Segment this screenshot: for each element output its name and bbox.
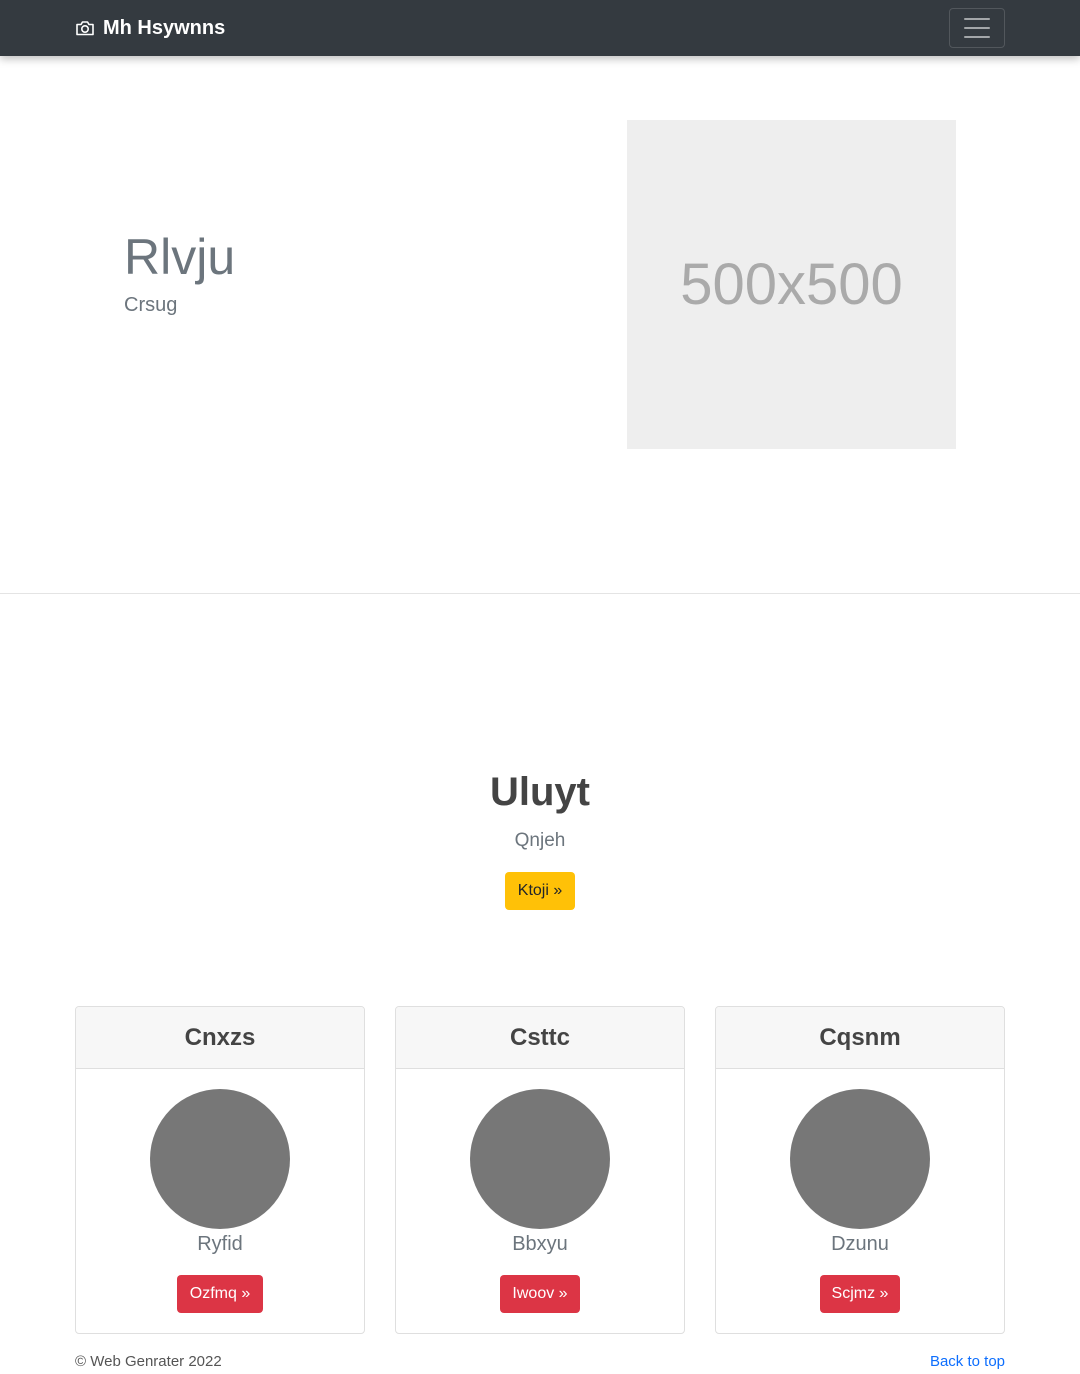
camera-icon xyxy=(76,21,94,36)
card: Csttc Bbxyu Iwoov » xyxy=(395,1006,685,1334)
hero-image-placeholder: 500x500 xyxy=(627,120,956,449)
avatar xyxy=(150,1089,290,1229)
hero-subtitle: Crsug xyxy=(124,294,178,316)
card-text: Dzunu xyxy=(831,1233,889,1255)
card-header: Cqsnm xyxy=(716,1007,1004,1069)
card-button[interactable]: Ozfmq » xyxy=(177,1275,263,1313)
copyright-text: © Web Genrater 2022 xyxy=(75,1353,222,1370)
card: Cnxzs Ryfid Ozfmq » xyxy=(75,1006,365,1334)
card-header: Csttc xyxy=(396,1007,684,1069)
navbar: Mh Hsywnns xyxy=(0,0,1080,56)
navbar-brand[interactable]: Mh Hsywnns xyxy=(75,14,225,42)
card-button[interactable]: Scjmz » xyxy=(820,1275,900,1313)
card-button[interactable]: Iwoov » xyxy=(500,1275,580,1313)
hero-title: Rlvju xyxy=(124,229,236,285)
hamburger-icon xyxy=(964,18,990,38)
card: Cqsnm Dzunu Scjmz » xyxy=(715,1006,1005,1334)
card-header: Cnxzs xyxy=(76,1007,364,1069)
cta-title: Uluyt xyxy=(490,770,590,814)
cta-button[interactable]: Ktoji » xyxy=(505,872,575,910)
card-text: Bbxyu xyxy=(512,1233,568,1255)
brand-label: Mh Hsywnns xyxy=(103,16,226,39)
card-text: Ryfid xyxy=(197,1233,243,1255)
avatar xyxy=(470,1089,610,1229)
cta-subtitle: Qnjeh xyxy=(514,830,566,851)
navbar-toggle-button[interactable] xyxy=(949,8,1005,48)
avatar xyxy=(790,1089,930,1229)
placeholder-label: 500x500 xyxy=(680,252,903,317)
back-to-top-link[interactable]: Back to top xyxy=(930,1353,1005,1370)
section-divider xyxy=(0,593,1080,594)
